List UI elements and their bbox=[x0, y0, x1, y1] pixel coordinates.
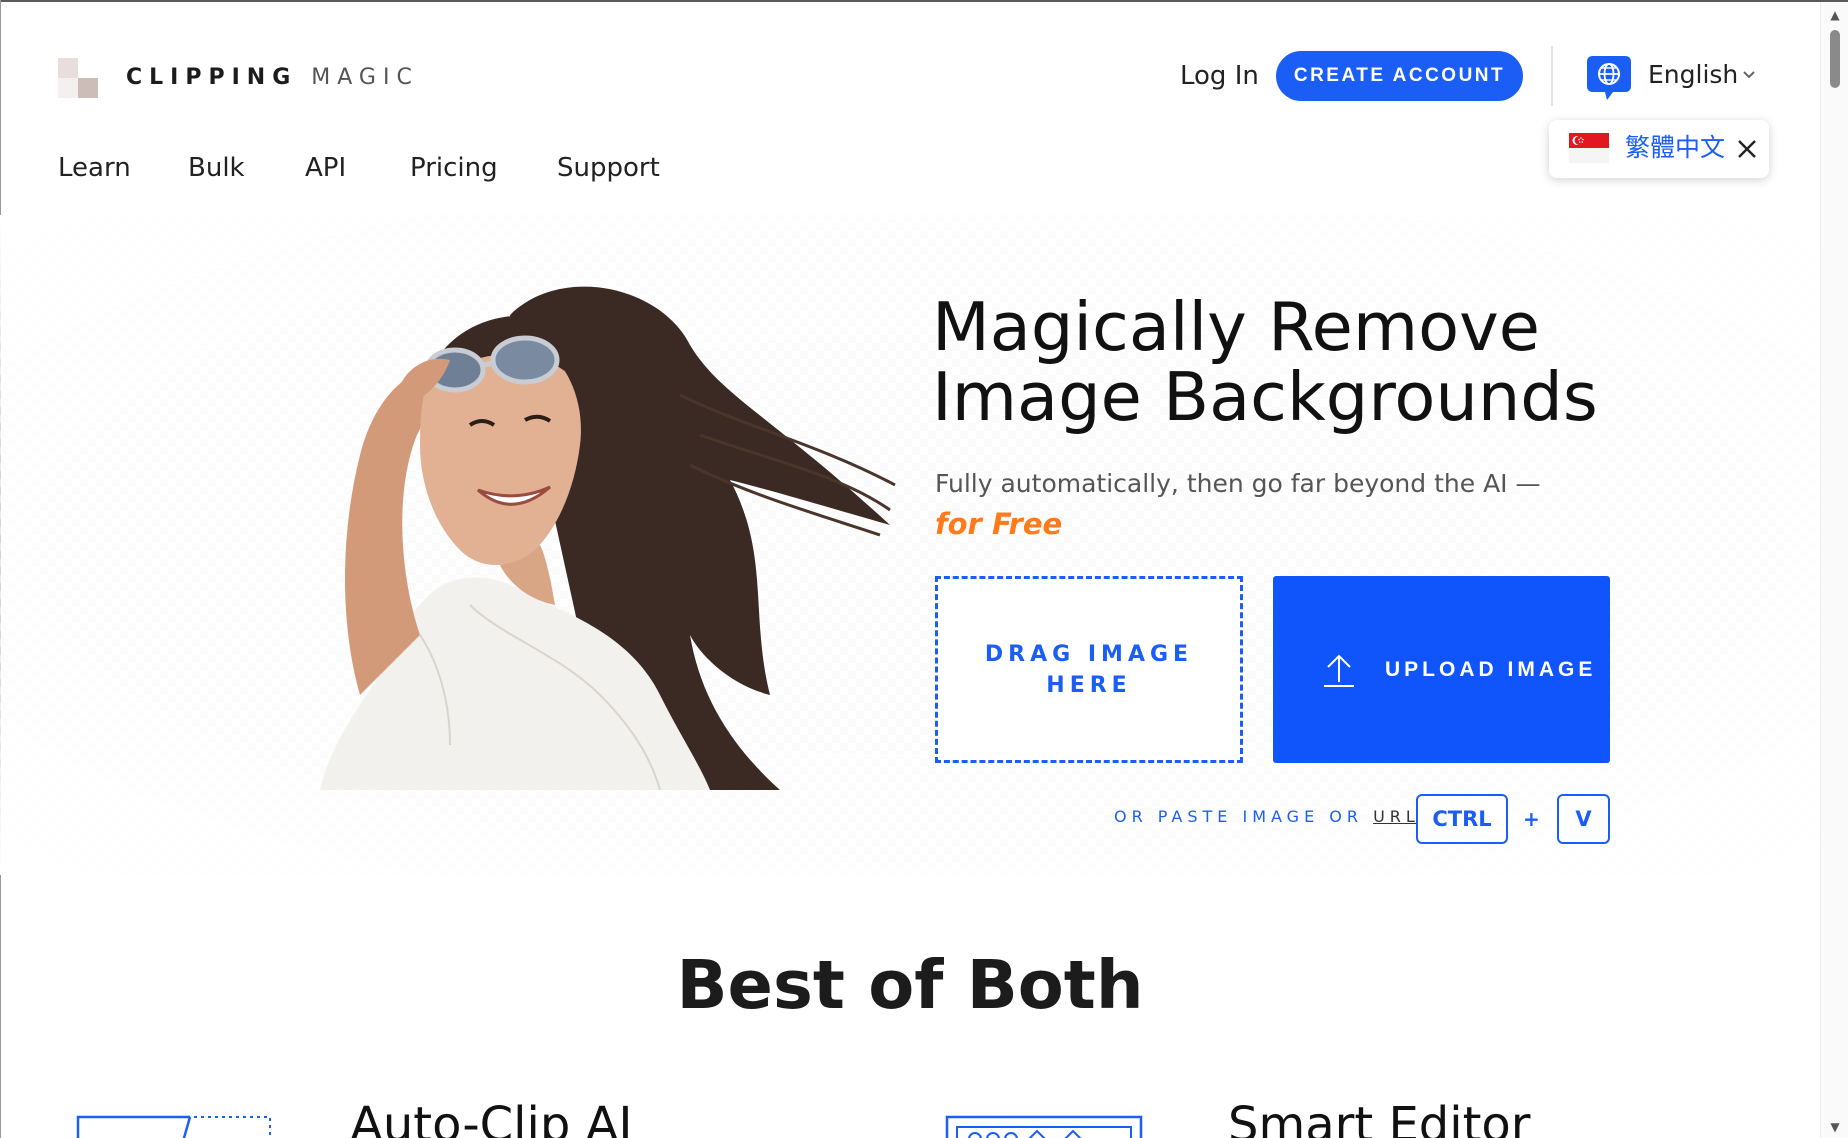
hero-title-line-1: Magically Remove bbox=[932, 288, 1540, 366]
language-suggestion-link[interactable]: 繁體中文 bbox=[1625, 131, 1725, 165]
smart-editor-icon bbox=[945, 1115, 1143, 1138]
upload-arrow-icon bbox=[1323, 652, 1355, 688]
logo-wordmark-light: MAGIC bbox=[311, 65, 419, 90]
header-divider bbox=[1551, 46, 1553, 106]
upload-image-label: UPLOAD IMAGE bbox=[1385, 658, 1597, 681]
nav-item-bulk[interactable]: Bulk bbox=[188, 150, 245, 186]
nav-item-learn[interactable]: Learn bbox=[58, 150, 131, 186]
paste-url-link[interactable]: URL bbox=[1373, 807, 1420, 826]
globe-chat-icon[interactable] bbox=[1583, 54, 1635, 102]
v-key-badge: V bbox=[1557, 794, 1610, 844]
scroll-down-arrow-icon[interactable]: ▼ bbox=[1821, 1120, 1848, 1134]
scroll-up-arrow-icon[interactable]: ▲ bbox=[1821, 8, 1848, 22]
language-suggestion-popup: 繁體中文 bbox=[1549, 120, 1769, 178]
chevron-down-icon[interactable] bbox=[1741, 66, 1757, 82]
section-title: Best of Both bbox=[676, 946, 1144, 1024]
paste-text: OR PASTE IMAGE OR bbox=[1114, 807, 1363, 826]
hero-title: Magically Remove Image Backgrounds bbox=[932, 292, 1632, 432]
page-scrollbar[interactable]: ▲ ▼ bbox=[1820, 2, 1848, 1138]
nav-item-api[interactable]: API bbox=[305, 150, 346, 186]
singapore-flag-icon[interactable] bbox=[1569, 133, 1609, 163]
drag-image-drop-zone[interactable]: DRAG IMAGE HERE bbox=[935, 576, 1243, 763]
ctrl-key-badge: CTRL bbox=[1416, 794, 1508, 844]
close-icon[interactable] bbox=[1735, 137, 1759, 161]
key-plus-sign: + bbox=[1523, 807, 1540, 831]
feature-title-auto-clip: Auto-Clip AI bbox=[350, 1097, 633, 1138]
upload-image-button[interactable]: UPLOAD IMAGE bbox=[1273, 576, 1610, 763]
hero-subtitle-text: Fully automatically, then go far beyond … bbox=[935, 469, 1541, 498]
window-top-border bbox=[0, 0, 1848, 2]
hero-subtitle-highlight: for Free bbox=[935, 507, 1063, 541]
hero-title-line-2: Image Backgrounds bbox=[932, 358, 1598, 436]
logo[interactable] bbox=[58, 56, 102, 100]
language-selector-label[interactable]: English bbox=[1648, 58, 1738, 92]
drop-zone-label: DRAG IMAGE HERE bbox=[984, 641, 1194, 698]
hero-example-image bbox=[300, 275, 900, 791]
create-account-button[interactable]: CREATE ACCOUNT bbox=[1276, 51, 1523, 101]
feature-title-smart-editor: Smart Editor bbox=[1228, 1097, 1531, 1138]
nav-item-pricing[interactable]: Pricing bbox=[410, 150, 498, 186]
nav-item-support[interactable]: Support bbox=[557, 150, 660, 186]
logo-wordmark[interactable]: CLIPPING MAGIC bbox=[126, 64, 419, 92]
scrollbar-thumb[interactable] bbox=[1830, 30, 1840, 88]
login-link[interactable]: Log In bbox=[1180, 58, 1259, 94]
logo-mark-icon bbox=[58, 58, 98, 98]
auto-clip-icon bbox=[76, 1115, 272, 1138]
logo-wordmark-bold: CLIPPING bbox=[126, 65, 298, 90]
paste-instructions: OR PASTE IMAGE OR URL bbox=[1114, 805, 1420, 829]
hero-subtitle: Fully automatically, then go far beyond … bbox=[935, 464, 1575, 546]
